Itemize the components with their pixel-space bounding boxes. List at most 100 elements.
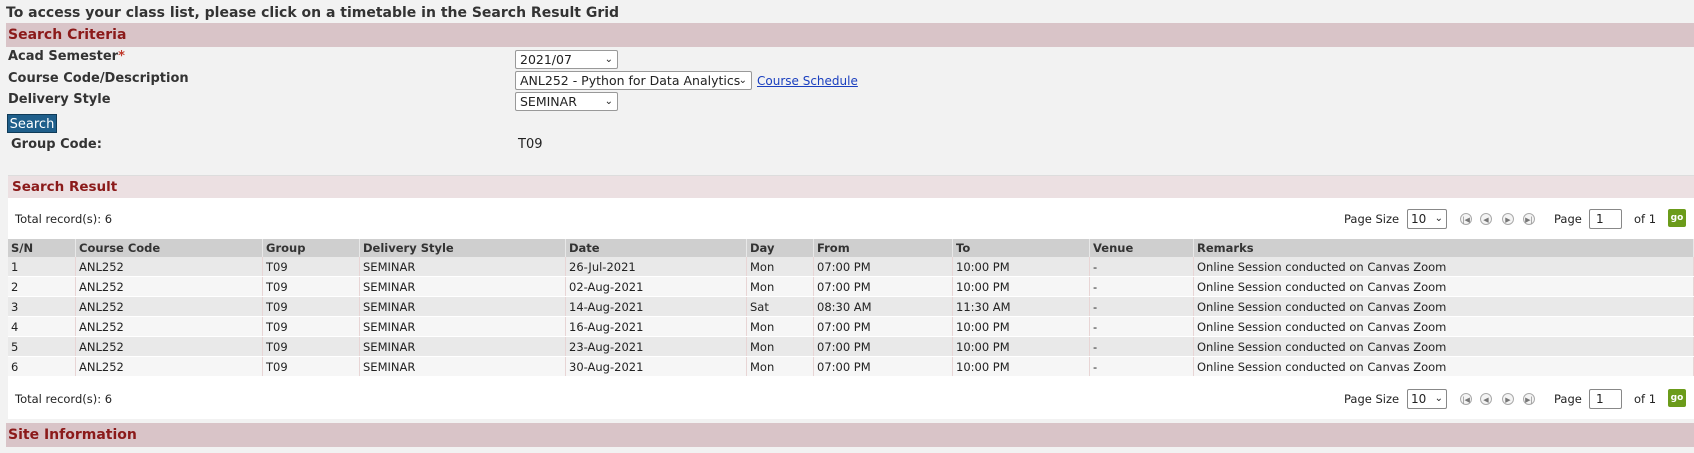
cell-day: Mon xyxy=(746,316,814,337)
total-records: Total record(s): 6 xyxy=(15,212,113,226)
cell-delivery-style: SEMINAR xyxy=(359,296,566,317)
chevron-down-icon: ⌄ xyxy=(604,96,613,107)
table-row[interactable]: 3 ANL252 T09 SEMINAR 14-Aug-2021 Sat 08:… xyxy=(8,296,1694,317)
chevron-down-icon: ⌄ xyxy=(604,54,613,65)
page-size-select[interactable]: 10 ⌄ xyxy=(1407,389,1447,409)
table-row[interactable]: 5 ANL252 T09 SEMINAR 23-Aug-2021 Mon 07:… xyxy=(8,336,1694,357)
cell-to: 10:00 PM xyxy=(952,336,1090,357)
chevron-down-icon: ⌄ xyxy=(1434,213,1443,224)
cell-from: 07:00 PM xyxy=(813,316,953,337)
cell-date: 26-Jul-2021 xyxy=(565,257,747,277)
cell-day: Mon xyxy=(746,336,814,357)
page-input[interactable]: 1 xyxy=(1589,209,1622,229)
instruction-text: To access your class list, please click … xyxy=(6,5,620,21)
next-page-icon[interactable]: ▶ xyxy=(1502,213,1514,225)
course-value: ANL252 - Python for Data Analytics xyxy=(520,73,741,88)
first-page-icon[interactable]: |◀ xyxy=(1460,393,1472,405)
page-input[interactable]: 1 xyxy=(1589,389,1622,409)
col-course-code: Course Code xyxy=(75,239,263,257)
table-row[interactable]: 6 ANL252 T09 SEMINAR 30-Aug-2021 Mon 07:… xyxy=(8,356,1694,377)
cell-venue: - xyxy=(1089,276,1194,297)
cell-day: Mon xyxy=(746,276,814,297)
go-button[interactable]: go xyxy=(1668,209,1686,227)
cell-from: 08:30 AM xyxy=(813,296,953,317)
course-schedule-link[interactable]: Course Schedule xyxy=(757,74,858,88)
cell-remarks: Online Session conducted on Canvas Zoom xyxy=(1193,336,1694,357)
cell-date: 02-Aug-2021 xyxy=(565,276,747,297)
cell-to: 10:00 PM xyxy=(952,257,1090,277)
page-of-label: of 1 xyxy=(1634,392,1657,406)
cell-course-code: ANL252 xyxy=(75,316,263,337)
cell-to: 11:30 AM xyxy=(952,296,1090,317)
cell-remarks: Online Session conducted on Canvas Zoom xyxy=(1193,296,1694,317)
chevron-down-icon: ⌄ xyxy=(738,75,747,86)
delivery-style-select[interactable]: SEMINAR ⌄ xyxy=(515,92,618,111)
prev-page-icon[interactable]: ◀ xyxy=(1480,213,1492,225)
page-label: Page xyxy=(1554,212,1582,226)
cell-remarks: Online Session conducted on Canvas Zoom xyxy=(1193,356,1694,377)
bottom-pager: Total record(s): 6 Page Size 10 ⌄ |◀ ◀ ▶ … xyxy=(8,388,1694,412)
cell-remarks: Online Session conducted on Canvas Zoom xyxy=(1193,276,1694,297)
cell-group: T09 xyxy=(262,336,360,357)
top-pager: Total record(s): 6 Page Size 10 ⌄ |◀ ◀ ▶ … xyxy=(8,208,1694,232)
table-row[interactable]: 4 ANL252 T09 SEMINAR 16-Aug-2021 Mon 07:… xyxy=(8,316,1694,337)
cell-delivery-style: SEMINAR xyxy=(359,316,566,337)
prev-page-icon[interactable]: ◀ xyxy=(1480,393,1492,405)
cell-delivery-style: SEMINAR xyxy=(359,356,566,377)
cell-sn: 3 xyxy=(8,296,76,317)
page-size-label: Page Size xyxy=(1344,392,1400,406)
cell-to: 10:00 PM xyxy=(952,316,1090,337)
search-result-panel: Search Result Total record(s): 6 Page Si… xyxy=(8,175,1694,419)
cell-to: 10:00 PM xyxy=(952,356,1090,377)
table-row[interactable]: 1 ANL252 T09 SEMINAR 26-Jul-2021 Mon 07:… xyxy=(8,257,1694,277)
col-remarks: Remarks xyxy=(1193,239,1694,257)
cell-delivery-style: SEMINAR xyxy=(359,336,566,357)
cell-remarks: Online Session conducted on Canvas Zoom xyxy=(1193,316,1694,337)
search-button[interactable]: Search xyxy=(7,114,57,133)
cell-date: 23-Aug-2021 xyxy=(565,336,747,357)
col-from: From xyxy=(813,239,953,257)
cell-sn: 2 xyxy=(8,276,76,297)
col-venue: Venue xyxy=(1089,239,1194,257)
cell-sn: 6 xyxy=(8,356,76,377)
next-page-icon[interactable]: ▶ xyxy=(1502,393,1514,405)
col-sn: S/N xyxy=(8,239,76,257)
cell-remarks: Online Session conducted on Canvas Zoom xyxy=(1193,257,1694,277)
cell-group: T09 xyxy=(262,316,360,337)
page-of-label: of 1 xyxy=(1634,212,1657,226)
page-size-select[interactable]: 10 ⌄ xyxy=(1407,209,1447,229)
cell-sn: 4 xyxy=(8,316,76,337)
cell-venue: - xyxy=(1089,336,1194,357)
cell-venue: - xyxy=(1089,257,1194,277)
cell-to: 10:00 PM xyxy=(952,276,1090,297)
cell-course-code: ANL252 xyxy=(75,296,263,317)
required-mark: * xyxy=(118,49,125,64)
page-size-value: 10 xyxy=(1411,392,1427,406)
cell-delivery-style: SEMINAR xyxy=(359,276,566,297)
first-page-icon[interactable]: |◀ xyxy=(1460,213,1472,225)
last-page-icon[interactable]: ▶| xyxy=(1523,393,1535,405)
course-select[interactable]: ANL252 - Python for Data Analytics ⌄ xyxy=(515,71,752,90)
result-table: S/N Course Code Group Delivery Style Dat… xyxy=(8,239,1694,377)
group-code-label: Group Code: xyxy=(11,137,102,152)
acad-semester-value: 2021/07 xyxy=(520,52,572,67)
acad-semester-select[interactable]: 2021/07 ⌄ xyxy=(515,50,618,69)
cell-date: 16-Aug-2021 xyxy=(565,316,747,337)
search-criteria-header: Search Criteria xyxy=(6,23,1694,47)
cell-venue: - xyxy=(1089,316,1194,337)
delivery-style-value: SEMINAR xyxy=(520,94,577,109)
cell-sn: 1 xyxy=(8,257,76,277)
chevron-down-icon: ⌄ xyxy=(1434,393,1443,404)
site-information-header: Site Information xyxy=(6,423,1694,447)
page-size-value: 10 xyxy=(1411,212,1427,226)
last-page-icon[interactable]: ▶| xyxy=(1523,213,1535,225)
table-row[interactable]: 2 ANL252 T09 SEMINAR 02-Aug-2021 Mon 07:… xyxy=(8,276,1694,297)
table-header-row: S/N Course Code Group Delivery Style Dat… xyxy=(8,239,1694,257)
go-button[interactable]: go xyxy=(1668,389,1686,407)
col-group: Group xyxy=(262,239,360,257)
cell-delivery-style: SEMINAR xyxy=(359,257,566,277)
cell-venue: - xyxy=(1089,296,1194,317)
cell-course-code: ANL252 xyxy=(75,336,263,357)
course-label: Course Code/Description xyxy=(8,71,189,86)
total-records: Total record(s): 6 xyxy=(15,392,113,406)
